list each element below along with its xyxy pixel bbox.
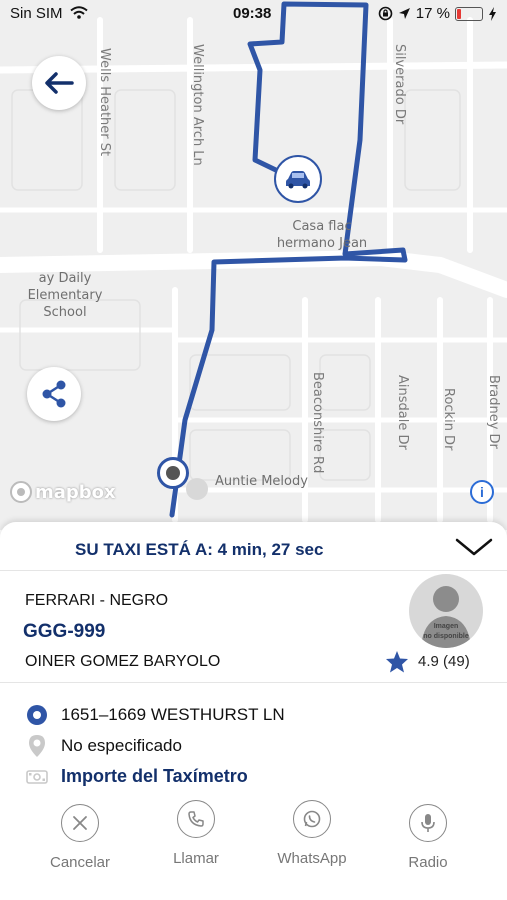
street-label: Beaconshire Rd <box>310 372 325 474</box>
phone-icon <box>177 800 215 838</box>
street-label: Rockin Dr <box>441 388 456 451</box>
street-label: Wellington Arch Ln <box>190 44 205 166</box>
share-button[interactable] <box>27 367 81 421</box>
call-label: Llamar <box>173 850 219 867</box>
destination-row[interactable]: No especificado <box>26 734 182 758</box>
battery-percent: 17 % <box>415 5 450 22</box>
carrier-label: Sin SIM <box>10 5 63 22</box>
arrow-left-icon <box>45 72 74 94</box>
orientation-lock-icon <box>378 6 393 21</box>
eta-text: SU TAXI ESTÁ A: 4 min, 27 sec <box>75 540 324 559</box>
license-plate: GGG-999 <box>23 621 106 642</box>
fare-label: Importe del Taxímetro <box>61 766 248 786</box>
battery-icon <box>455 6 483 21</box>
mapbox-logo-icon <box>10 481 32 503</box>
status-time: 09:38 <box>233 5 272 22</box>
fare-row: Importe del Taxímetro <box>26 766 248 787</box>
info-icon[interactable]: i <box>470 480 494 504</box>
status-bar: Sin SIM 09:38 17 % <box>0 0 507 28</box>
poi-casa-line2: hermano Jean <box>276 236 368 251</box>
back-button[interactable] <box>32 56 86 110</box>
charging-bolt-icon <box>489 6 496 21</box>
driver-name: OINER GOMEZ BARYOLO <box>25 653 221 670</box>
chevron-down-icon[interactable] <box>454 536 494 558</box>
whatsapp-label: WhatsApp <box>277 850 347 867</box>
pickup-address: 1651–1669 WESTHURST LN <box>61 705 285 724</box>
street-label: Silverado Dr <box>392 44 407 125</box>
cancel-button[interactable]: Cancelar <box>35 804 125 871</box>
poi-casa: Casa flac hermano Jean <box>262 218 382 252</box>
poi-school: ay Daily Elementary School <box>0 270 130 321</box>
cash-icon <box>26 769 48 784</box>
driver-avatar: Imagen no disponible <box>409 574 483 648</box>
status-right: 17 % <box>378 5 497 22</box>
microphone-icon <box>409 804 447 842</box>
whatsapp-button[interactable]: WhatsApp <box>267 800 357 867</box>
location-pin-icon <box>29 735 45 757</box>
whatsapp-icon <box>293 800 331 838</box>
poi-school-line1: ay Daily Elementary <box>27 271 103 303</box>
trip-info-sheet: SU TAXI ESTÁ A: 4 min, 27 sec FERRARI - … <box>0 522 507 900</box>
mapbox-label: mapbox <box>35 481 116 503</box>
poi-auntie: Auntie Melody <box>215 474 308 489</box>
pickup-dot-icon <box>27 705 47 725</box>
avatar-caption-1: Imagen <box>433 623 459 630</box>
radio-label: Radio <box>408 854 448 871</box>
poi-school-line2: School <box>43 305 87 320</box>
driver-rating: 4.9 (49) <box>385 650 470 673</box>
call-button[interactable]: Llamar <box>151 800 241 867</box>
avatar-caption-2: no disponible <box>423 633 469 640</box>
action-bar: Cancelar Llamar WhatsApp Radio <box>0 800 507 894</box>
divider <box>0 682 507 683</box>
close-icon <box>61 804 99 842</box>
status-carrier: Sin SIM <box>10 5 88 22</box>
destination-text: No especificado <box>61 736 182 755</box>
location-arrow-icon <box>398 8 410 19</box>
radio-button[interactable]: Radio <box>383 804 473 871</box>
wifi-icon <box>70 6 88 19</box>
taxi-marker-icon[interactable] <box>274 155 322 203</box>
rating-value: 4.9 (49) <box>418 653 470 670</box>
eta-header[interactable]: SU TAXI ESTÁ A: 4 min, 27 sec <box>0 522 507 571</box>
map-view[interactable]: Wells Heather St Wellington Arch Ln Silv… <box>0 0 507 530</box>
user-location-icon <box>157 457 189 489</box>
share-icon <box>42 380 66 408</box>
street-label: Wells Heather St <box>97 48 112 157</box>
street-label: Ainsdale Dr <box>395 375 410 450</box>
pickup-row: 1651–1669 WESTHURST LN <box>26 704 285 726</box>
star-icon <box>386 651 408 673</box>
cancel-label: Cancelar <box>49 854 111 871</box>
poi-casa-line1: Casa flac <box>292 219 352 234</box>
poi-dot-icon <box>186 478 208 500</box>
car-model: FERRARI - NEGRO <box>25 592 169 609</box>
mapbox-attribution[interactable]: mapbox <box>10 481 116 503</box>
street-label: Bradney Dr <box>486 375 501 449</box>
